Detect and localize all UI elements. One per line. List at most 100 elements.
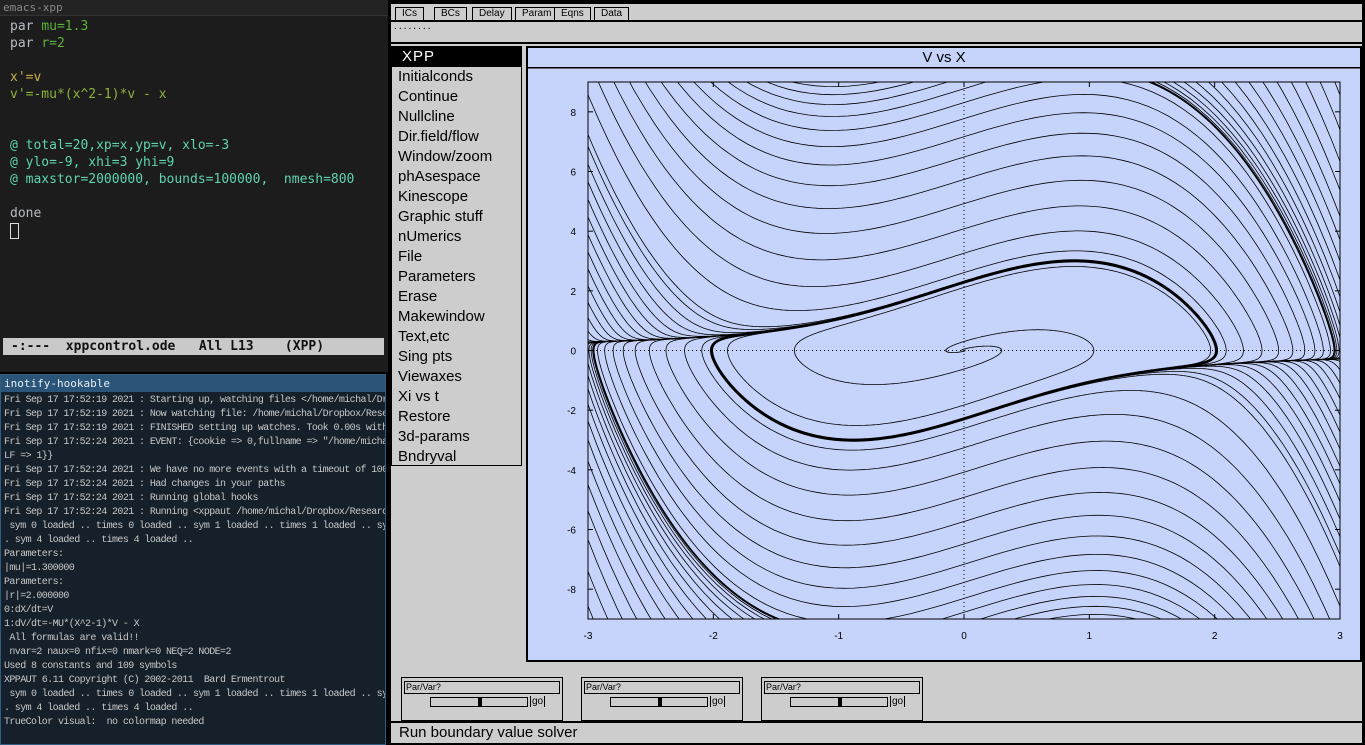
trajectory xyxy=(588,570,609,619)
menu-item-text-etc[interactable]: Text,etc xyxy=(392,327,521,347)
emacs-window: emacs-xpp par mu=1.3 par r=2 x'=v v'=-mu*(x… xyxy=(0,0,388,372)
text-cursor xyxy=(10,222,19,239)
slider-param-field[interactable]: Par/Var? xyxy=(584,681,740,694)
trajectory xyxy=(711,260,1340,441)
trajectory xyxy=(588,260,1217,441)
log-line: . sym 4 loaded .. times 4 loaded .. xyxy=(4,535,194,546)
trajectory xyxy=(1005,621,1155,636)
code-token: @ total=20,xp=x,yp=v, xlo=-3 xyxy=(10,138,230,153)
plot-window[interactable]: V vs X -3 -2 -1 0 1 2 3 8 6 4 2 0 -2 -4 -6 -8 xyxy=(526,46,1364,664)
code-token: done xyxy=(10,206,42,221)
trajectory xyxy=(875,631,899,635)
menu-item-kinescope[interactable]: Kinescope xyxy=(392,187,521,207)
log-line: |r|=2.000000 xyxy=(4,591,69,602)
menu-item-graphic-stuff[interactable]: Graphic stuff xyxy=(392,207,521,227)
xpp-window: ICs BCs Delay Param Eqns Data ........ XPP Ini… xyxy=(389,2,1364,745)
y-tick-label: -4 xyxy=(567,466,576,477)
y-tick-label: 2 xyxy=(570,287,576,298)
x-tick-label: -3 xyxy=(584,631,593,642)
button-data[interactable]: Data xyxy=(594,7,630,21)
x-tick-label: 0 xyxy=(961,631,967,642)
menu-item-restore[interactable]: Restore xyxy=(392,407,521,427)
trajectory xyxy=(1050,630,1109,634)
trajectory xyxy=(622,260,1268,619)
trajectory xyxy=(1026,631,1050,636)
slider-thumb[interactable] xyxy=(478,698,482,706)
code-editor[interactable]: par mu=1.3 par r=2 x'=v v'=-mu*(x^2-1)*v - … xyxy=(10,18,354,239)
menu-item-phasespace[interactable]: phAsespace xyxy=(392,167,521,187)
slider-panel: Par/Var? go xyxy=(581,677,743,721)
trajectory xyxy=(711,260,1340,441)
code-token: @ ylo=-9, xhi=3 yhi=9 xyxy=(10,155,175,170)
trajectory xyxy=(711,260,1340,441)
menu-item-window-zoom[interactable]: Window/zoom xyxy=(392,147,521,167)
trajectory xyxy=(710,82,1331,441)
slider-track[interactable] xyxy=(430,697,528,707)
menu-item-xi-vs-t[interactable]: Xi vs t xyxy=(392,387,521,407)
phase-plane[interactable]: -3 -2 -1 0 1 2 3 8 6 4 2 0 -2 -4 -6 -8 xyxy=(528,48,1364,664)
trajectory xyxy=(597,82,1244,441)
trajectory xyxy=(711,82,1335,441)
trajectory xyxy=(547,516,563,566)
menu-item-continue[interactable]: Continue xyxy=(392,87,521,107)
log-line: Fri Sep 17 17:52:24 2021 : EVENT: {cooki… xyxy=(4,437,385,448)
code-token: @ maxstor=2000000, bounds=100000, nmesh=… xyxy=(10,172,355,187)
menu-item-viewaxes[interactable]: Viewaxes xyxy=(392,367,521,387)
trajectory xyxy=(890,631,914,636)
slider-track[interactable] xyxy=(610,697,708,707)
trajectory xyxy=(1044,631,1080,636)
command-line[interactable]: ........ xyxy=(391,23,1362,44)
button-param[interactable]: Param xyxy=(515,7,559,21)
main-menu: XPP Initialconds Continue Nullcline Dir.fiel… xyxy=(391,46,522,466)
trajectory xyxy=(677,82,1316,441)
log-line: XPPAUT 6.11 Copyright (C) 2002-2011 Bard… xyxy=(4,675,285,686)
menu-item-initialconds[interactable]: Initialconds xyxy=(392,67,521,87)
trajectory xyxy=(546,458,563,511)
trajectory xyxy=(947,631,959,635)
menu-item-parameters[interactable]: Parameters xyxy=(392,267,521,287)
menu-item-nullcline[interactable]: Nullcline xyxy=(392,107,521,127)
code-token: v'=-mu*(x^2-1)*v - x xyxy=(10,87,167,102)
trajectory xyxy=(550,434,563,476)
menu-item-sing-pts[interactable]: Sing pts xyxy=(392,347,521,367)
menu-item-bndryval[interactable]: Bndryval xyxy=(392,447,521,467)
y-tick-label: -6 xyxy=(567,526,576,537)
log-line: Fri Sep 17 17:52:24 2021 : Running globa… xyxy=(4,493,258,504)
go-button[interactable]: go xyxy=(890,696,906,707)
trajectory xyxy=(547,568,568,631)
trajectory xyxy=(711,260,1340,441)
status-bar: Run boundary value solver xyxy=(391,721,1362,743)
log-line: 0:dX/dt=V xyxy=(4,605,53,616)
trajectory xyxy=(593,260,1217,619)
log-line: Fri Sep 17 17:52:24 2021 : We have no mo… xyxy=(4,465,385,476)
trajectory xyxy=(977,631,989,635)
button-bcs[interactable]: BCs xyxy=(434,7,467,21)
trajectory xyxy=(592,260,1217,619)
menu-item-erase[interactable]: Erase xyxy=(392,287,521,307)
trajectory xyxy=(848,631,884,635)
button-delay[interactable]: Delay xyxy=(472,7,512,21)
trajectory xyxy=(711,260,1340,451)
menu-item-3d-params[interactable]: 3d-params xyxy=(392,427,521,447)
slider-thumb[interactable] xyxy=(838,698,842,706)
slider-param-field[interactable]: Par/Var? xyxy=(764,681,920,694)
go-button[interactable]: go xyxy=(710,696,726,707)
menu-item-numerics[interactable]: nUmerics xyxy=(392,227,521,247)
menu-item-dir-field-flow[interactable]: Dir.field/flow xyxy=(392,127,521,147)
trajectory xyxy=(549,413,563,458)
slider-param-field[interactable]: Par/Var? xyxy=(404,681,560,694)
menu-item-makewindow[interactable]: Makewindow xyxy=(392,307,521,327)
emacs-modeline: -:--- xppcontrol.ode All L13 (XPP) xyxy=(3,338,384,355)
slider-thumb[interactable] xyxy=(658,698,662,706)
button-eqns[interactable]: Eqns xyxy=(554,7,591,21)
log-line: Fri Sep 17 17:52:19 2021 : FINISHED sett… xyxy=(4,423,385,434)
trajectory xyxy=(1012,605,1163,619)
trajectory xyxy=(1010,631,1034,637)
trajectory xyxy=(588,260,1217,441)
inotify-title: inotify-hookable xyxy=(1,375,385,392)
slider-track[interactable] xyxy=(790,697,888,707)
menu-item-file[interactable]: File xyxy=(392,247,521,267)
button-ics[interactable]: ICs xyxy=(395,7,424,21)
go-button[interactable]: go xyxy=(530,696,546,707)
y-tick-label: -2 xyxy=(567,406,576,417)
